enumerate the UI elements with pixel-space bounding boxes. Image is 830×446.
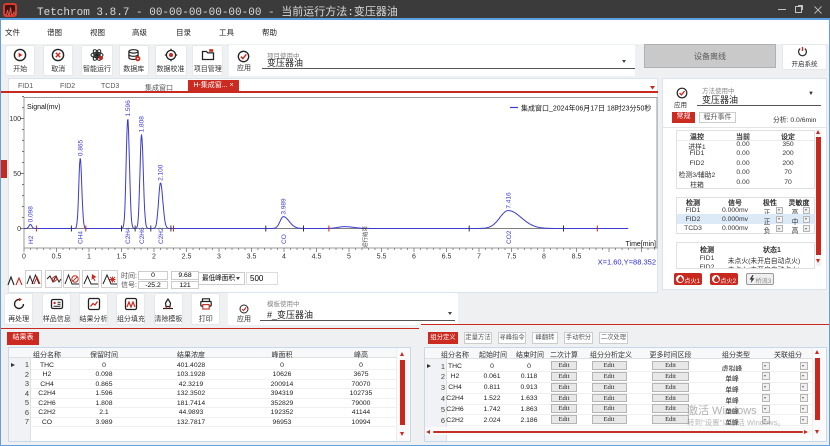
svg-text:0.865: 0.865 <box>77 139 84 156</box>
svg-text:4.5: 4.5 <box>312 254 322 261</box>
svg-text:集成窗口_2024年06月17日 18时23分50秒: 集成窗口_2024年06月17日 18时23分50秒 <box>521 104 651 113</box>
svg-text:0.5: 0.5 <box>52 254 62 261</box>
svg-text:1.596: 1.596 <box>125 100 132 117</box>
svg-text:1: 1 <box>87 254 91 261</box>
svg-text:C2H4: C2H4 <box>125 227 132 244</box>
svg-text:100: 100 <box>9 116 21 123</box>
svg-text:1.808: 1.808 <box>139 116 146 133</box>
svg-text:2: 2 <box>152 254 156 261</box>
svg-text:8.5: 8.5 <box>572 254 582 261</box>
svg-text:7: 7 <box>477 254 481 261</box>
svg-text:2.100: 2.100 <box>158 164 165 181</box>
svg-text:运行结束: 运行结束 <box>361 225 369 248</box>
svg-text:6.5: 6.5 <box>442 254 452 261</box>
svg-text:C2H2: C2H2 <box>158 227 165 244</box>
svg-text:50: 50 <box>13 171 21 178</box>
svg-text:3.5: 3.5 <box>247 254 257 261</box>
svg-text:5: 5 <box>347 254 351 261</box>
svg-text:X=1.60,Y=88.352: X=1.60,Y=88.352 <box>598 258 656 267</box>
svg-text:3: 3 <box>217 254 221 261</box>
svg-text:Time[min]: Time[min] <box>626 241 657 248</box>
svg-text:0: 0 <box>22 254 26 261</box>
svg-text:8: 8 <box>542 254 546 261</box>
svg-text:1.5: 1.5 <box>117 254 127 261</box>
svg-text:7.416: 7.416 <box>505 192 512 209</box>
svg-text:Signal(mv): Signal(mv) <box>27 104 60 111</box>
svg-text:CO2: CO2 <box>506 230 513 244</box>
svg-text:0: 0 <box>17 226 21 233</box>
svg-text:4: 4 <box>282 254 286 261</box>
svg-text:0.098: 0.098 <box>28 206 35 223</box>
svg-text:3.989: 3.989 <box>281 198 288 215</box>
svg-text:C2H6: C2H6 <box>139 227 146 244</box>
svg-text:6: 6 <box>412 254 416 261</box>
svg-text:5.5: 5.5 <box>377 254 387 261</box>
svg-text:7.5: 7.5 <box>507 254 517 261</box>
svg-text:H2: H2 <box>28 235 35 244</box>
svg-text:CO: CO <box>281 234 288 244</box>
svg-text:2.5: 2.5 <box>182 254 192 261</box>
svg-text:CH4: CH4 <box>78 231 85 244</box>
